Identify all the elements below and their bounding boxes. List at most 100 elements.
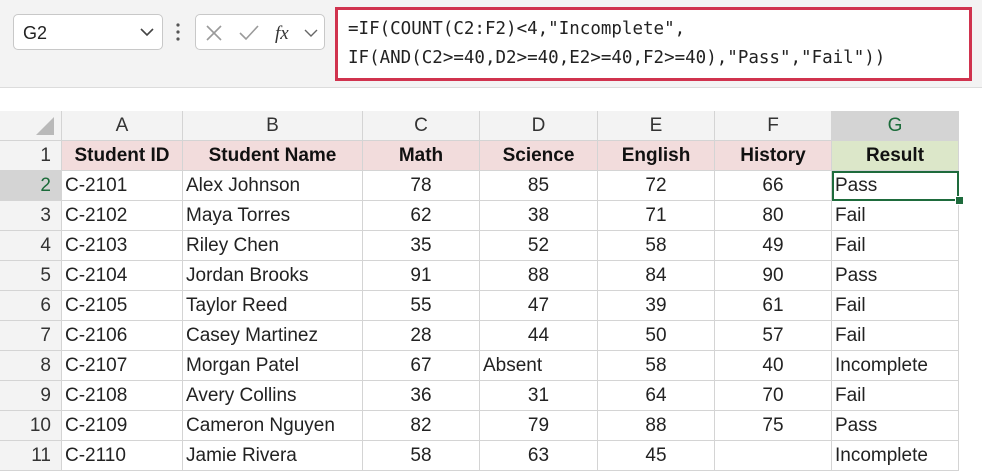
table-cell[interactable]: 35 [363,231,480,261]
enter-icon[interactable] [238,23,260,43]
table-cell[interactable]: 61 [715,291,832,321]
column-header-e[interactable]: E [598,111,715,141]
chevron-down-icon[interactable] [304,28,318,38]
row-header[interactable]: 1 [0,141,62,171]
table-cell[interactable]: 57 [715,321,832,351]
column-header-a[interactable]: A [62,111,183,141]
table-cell[interactable]: 66 [715,171,832,201]
table-cell[interactable]: 88 [598,411,715,441]
table-cell[interactable]: Morgan Patel [183,351,363,381]
more-options-icon[interactable] [176,22,180,42]
row-header[interactable]: 8 [0,351,62,381]
table-cell[interactable]: Pass [832,411,959,441]
table-cell[interactable]: C-2103 [62,231,183,261]
table-cell[interactable]: Incomplete [832,441,959,471]
table-cell[interactable]: 40 [715,351,832,381]
table-cell[interactable]: Fail [832,231,959,261]
table-cell[interactable]: Jamie Rivera [183,441,363,471]
table-cell[interactable]: 36 [363,381,480,411]
table-cell[interactable]: 80 [715,201,832,231]
table-cell[interactable]: Jordan Brooks [183,261,363,291]
table-cell[interactable]: C-2106 [62,321,183,351]
table-cell[interactable]: 31 [480,381,598,411]
table-cell[interactable]: C-2107 [62,351,183,381]
row-header[interactable]: 10 [0,411,62,441]
table-cell[interactable]: 63 [480,441,598,471]
table-cell[interactable]: 90 [715,261,832,291]
table-cell[interactable]: 71 [598,201,715,231]
header-cell[interactable]: Student Name [183,141,363,171]
table-cell[interactable]: 47 [480,291,598,321]
table-cell[interactable]: 49 [715,231,832,261]
select-all-corner[interactable] [0,111,62,141]
column-header-b[interactable]: B [183,111,363,141]
table-cell[interactable]: 84 [598,261,715,291]
table-cell[interactable]: 88 [480,261,598,291]
row-header[interactable]: 6 [0,291,62,321]
table-cell[interactable]: C-2104 [62,261,183,291]
table-cell[interactable]: Avery Collins [183,381,363,411]
column-header-c[interactable]: C [363,111,480,141]
insert-function-icon[interactable]: fx [274,23,298,43]
table-cell[interactable] [715,441,832,471]
table-cell[interactable]: 72 [598,171,715,201]
table-cell[interactable]: C-2101 [62,171,183,201]
table-cell[interactable]: 58 [363,441,480,471]
row-header[interactable]: 4 [0,231,62,261]
header-cell[interactable]: Student ID [62,141,183,171]
row-header[interactable]: 7 [0,321,62,351]
table-cell[interactable]: Fail [832,321,959,351]
table-cell[interactable]: Absent [480,351,598,381]
header-cell[interactable]: Math [363,141,480,171]
table-cell[interactable]: 67 [363,351,480,381]
row-header[interactable]: 2 [0,171,62,201]
fill-handle[interactable] [955,196,964,205]
table-cell[interactable]: 91 [363,261,480,291]
table-cell[interactable]: 39 [598,291,715,321]
column-header-d[interactable]: D [480,111,598,141]
table-cell[interactable]: C-2102 [62,201,183,231]
table-cell[interactable]: 52 [480,231,598,261]
table-cell[interactable]: 58 [598,231,715,261]
table-cell[interactable]: 78 [363,171,480,201]
formula-input[interactable]: =IF(COUNT(C2:F2)<4,"Incomplete", IF(AND(… [335,7,972,81]
row-header[interactable]: 3 [0,201,62,231]
table-cell[interactable]: C-2110 [62,441,183,471]
table-cell[interactable]: 44 [480,321,598,351]
table-cell[interactable]: 75 [715,411,832,441]
table-cell[interactable]: Maya Torres [183,201,363,231]
table-cell[interactable]: Casey Martinez [183,321,363,351]
header-cell[interactable]: Science [480,141,598,171]
table-cell[interactable]: C-2105 [62,291,183,321]
row-header[interactable]: 5 [0,261,62,291]
table-cell[interactable]: 28 [363,321,480,351]
table-cell[interactable]: Pass [832,261,959,291]
table-cell[interactable]: 79 [480,411,598,441]
table-cell[interactable]: Cameron Nguyen [183,411,363,441]
header-cell[interactable]: Result [832,141,959,171]
active-cell[interactable]: Pass [832,171,959,201]
table-cell[interactable]: 55 [363,291,480,321]
table-cell[interactable]: 85 [480,171,598,201]
table-cell[interactable]: 70 [715,381,832,411]
table-cell[interactable]: Fail [832,201,959,231]
table-cell[interactable]: Taylor Reed [183,291,363,321]
column-header-g[interactable]: G [832,111,959,141]
row-header[interactable]: 9 [0,381,62,411]
table-cell[interactable]: C-2108 [62,381,183,411]
table-cell[interactable]: Riley Chen [183,231,363,261]
table-cell[interactable]: 45 [598,441,715,471]
table-cell[interactable]: Fail [832,291,959,321]
table-cell[interactable]: 82 [363,411,480,441]
table-cell[interactable]: C-2109 [62,411,183,441]
table-cell[interactable]: Fail [832,381,959,411]
name-box[interactable]: G2 [13,14,163,50]
chevron-down-icon[interactable] [140,27,154,37]
cancel-icon[interactable] [204,23,224,43]
table-cell[interactable]: 64 [598,381,715,411]
table-cell[interactable]: Alex Johnson [183,171,363,201]
table-cell[interactable]: 58 [598,351,715,381]
table-cell[interactable]: Incomplete [832,351,959,381]
table-cell[interactable]: 38 [480,201,598,231]
table-cell[interactable]: 62 [363,201,480,231]
